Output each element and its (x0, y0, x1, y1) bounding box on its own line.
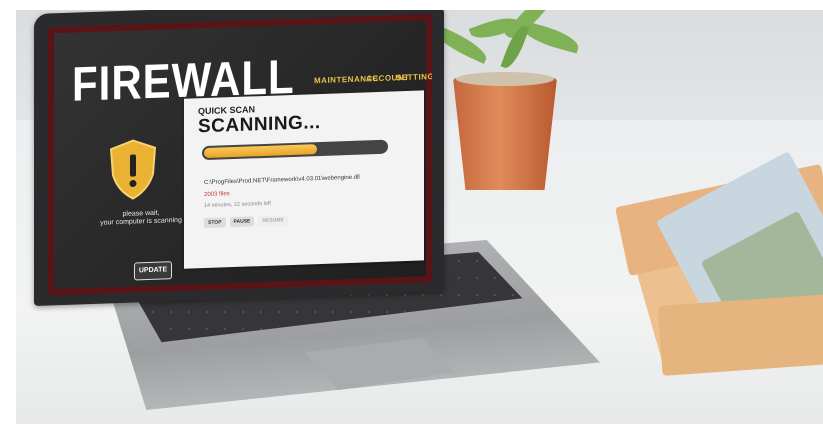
photo-scene: FIREWALL MAINTENANCE ACCOUNT SETTING ple… (0, 0, 823, 434)
image-border (0, 0, 823, 434)
